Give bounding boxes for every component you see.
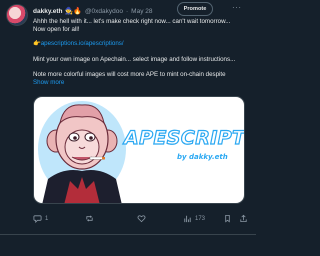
reply-icon xyxy=(33,215,42,223)
tweet-text-line-2: Now open for all! xyxy=(33,26,80,33)
tweet-date[interactable]: May 28 xyxy=(131,8,152,15)
share-button[interactable] xyxy=(239,214,248,223)
views-button[interactable]: 173 xyxy=(183,214,205,223)
promote-button[interactable]: Promote xyxy=(177,2,213,16)
ape-illustration xyxy=(38,101,126,203)
tweet-text-line-1: Ahhh the hell with it... let's make chec… xyxy=(33,18,231,25)
reply-button[interactable]: 1 xyxy=(33,214,48,223)
analytics-icon xyxy=(184,215,191,223)
show-more-link[interactable]: Show more xyxy=(33,79,251,87)
repost-button[interactable] xyxy=(85,214,97,223)
tweet-media-image[interactable]: APESCRIPTIONS by dakky.eth xyxy=(33,96,245,204)
author-badges: 🧙🔥 xyxy=(64,8,82,15)
repost-icon xyxy=(86,215,93,222)
like-button[interactable] xyxy=(137,214,149,223)
media-subtitle: by dakky.eth xyxy=(177,153,228,161)
bookmark-button[interactable] xyxy=(223,214,232,223)
tweet-header: dakky.eth 🧙🔥 @0xdakydoo · May 28 xyxy=(33,4,251,18)
ellipsis-icon[interactable]: ··· xyxy=(232,3,242,12)
view-count: 173 xyxy=(195,215,206,222)
tweet-body-line-1: Mint your own image on Apechain... selec… xyxy=(33,56,236,63)
media-title: APESCRIPTIONS xyxy=(123,126,245,149)
author-avatar[interactable] xyxy=(6,4,28,26)
reply-count: 1 xyxy=(45,215,49,222)
share-icon xyxy=(240,214,247,223)
heart-icon xyxy=(137,215,146,223)
author-handle[interactable]: @0xdakydoo xyxy=(85,8,123,15)
tweet-body-line-2: Note more colorful images will cost more… xyxy=(33,71,226,78)
tweet-actions: 1 173 xyxy=(33,214,251,226)
tweet-link[interactable]: apescriptions.io/apescriptions/ xyxy=(41,40,124,47)
tweet-link-line: 👉apescriptions.io/apescriptions/ xyxy=(33,40,251,48)
author-name[interactable]: dakky.eth xyxy=(33,8,63,15)
point-right-emoji: 👉 xyxy=(33,40,41,47)
next-tweet-divider xyxy=(0,234,256,256)
tweet-card[interactable]: dakky.eth 🧙🔥 @0xdakydoo · May 28 Promote… xyxy=(0,0,256,256)
bookmark-icon xyxy=(225,214,230,223)
dot-separator: · xyxy=(126,7,129,15)
